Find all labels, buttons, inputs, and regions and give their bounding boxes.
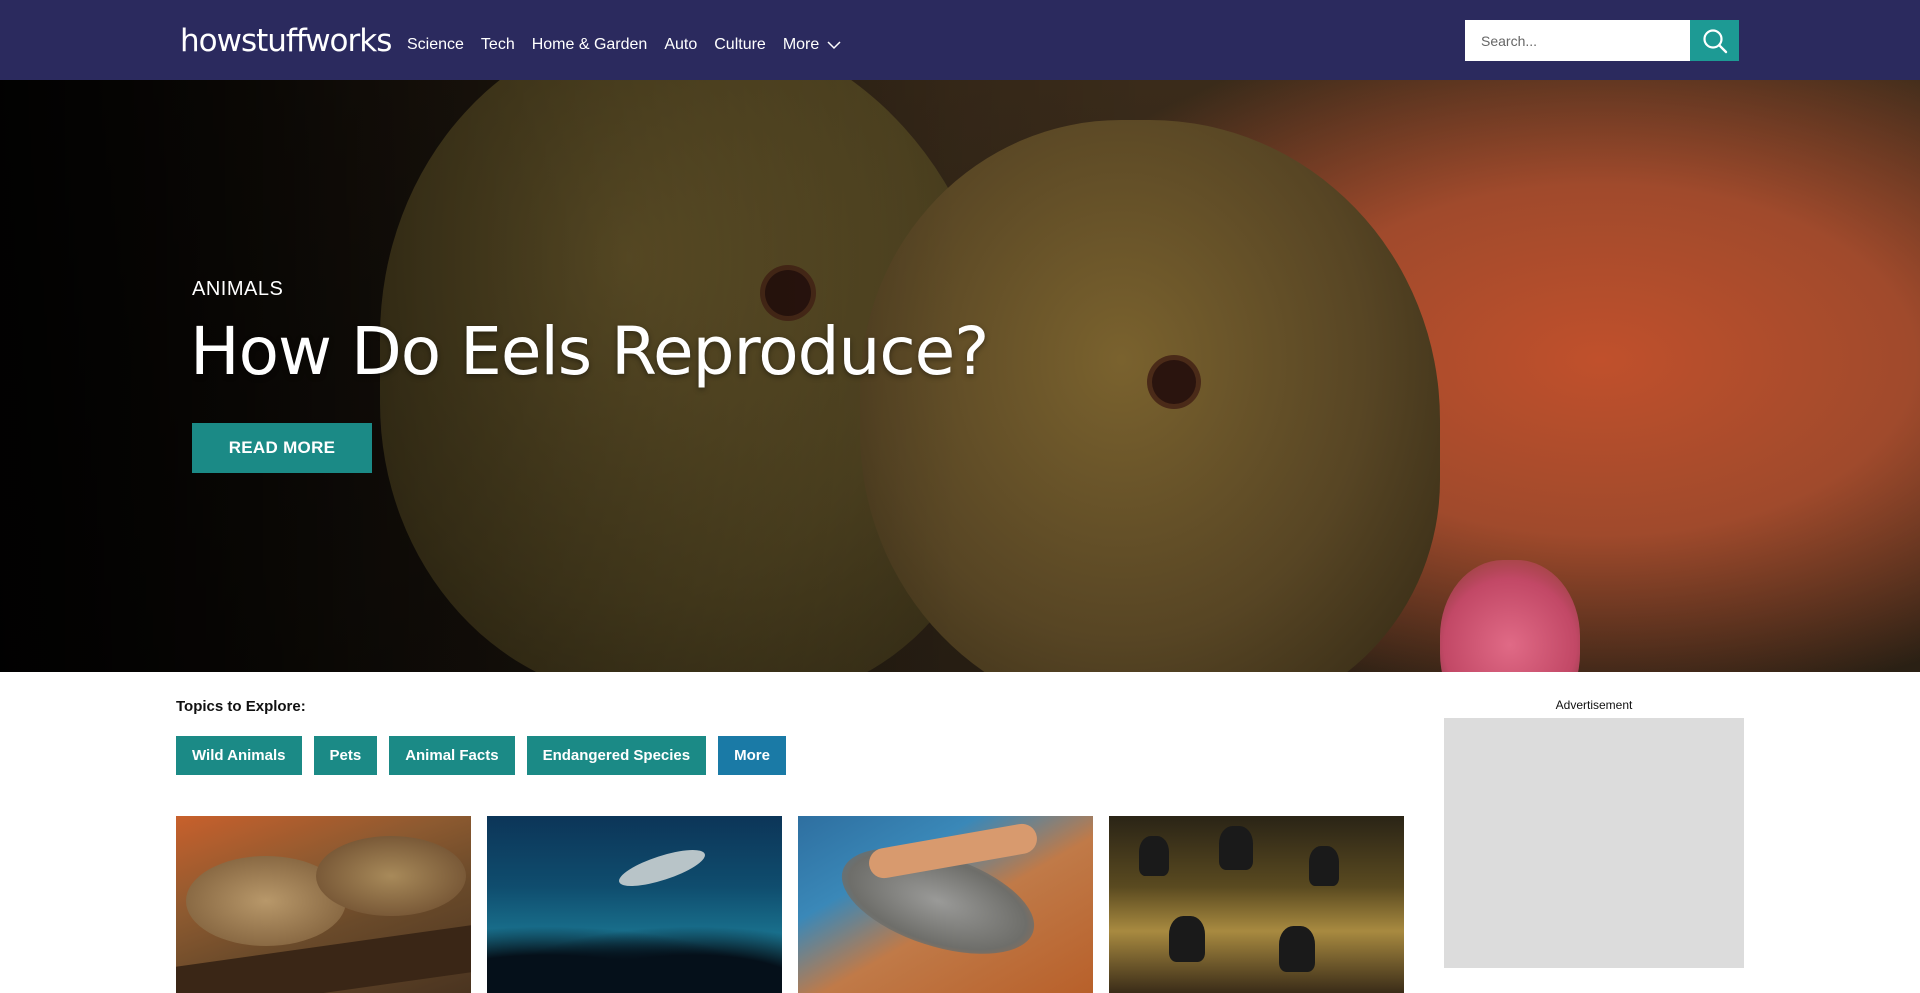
shark-shape: [615, 842, 709, 894]
site-logo[interactable]: howstuffworks: [180, 21, 392, 61]
nav-item-tech[interactable]: Tech: [481, 35, 515, 55]
nav-item-culture[interactable]: Culture: [714, 35, 766, 55]
main-nav: Science Tech Home & Garden Auto Culture …: [407, 35, 858, 55]
nav-item-more[interactable]: More: [783, 35, 841, 55]
nav-item-auto[interactable]: Auto: [664, 35, 697, 55]
search-input[interactable]: [1465, 20, 1690, 61]
search-icon: [1702, 28, 1727, 53]
ad-placeholder: [1444, 718, 1744, 968]
bag-shape: [1279, 926, 1315, 972]
site-header: howstuffworks Science Tech Home & Garden…: [0, 0, 1920, 80]
site-logo-text: howstuffworks: [180, 23, 392, 59]
bag-shape: [1169, 916, 1205, 962]
topic-chips: Wild Animals Pets Animal Facts Endangere…: [176, 736, 798, 775]
topic-chip-animal-facts[interactable]: Animal Facts: [389, 736, 515, 775]
article-card-image[interactable]: [798, 816, 1093, 993]
lizard-shape: [316, 836, 466, 916]
hero-title[interactable]: How Do Eels Reproduce?: [190, 312, 989, 392]
topic-chip-pets[interactable]: Pets: [313, 736, 378, 775]
article-card-image[interactable]: [1109, 816, 1404, 993]
nav-more-label: More: [782, 36, 820, 53]
chevron-down-icon: [827, 41, 841, 50]
search-button[interactable]: [1690, 20, 1739, 61]
bag-shape: [1219, 826, 1253, 870]
hero-category[interactable]: ANIMALS: [192, 279, 283, 299]
article-card-image[interactable]: [487, 816, 782, 993]
crowd-silhouette: [487, 926, 782, 993]
ad-label: Advertisement: [1555, 698, 1633, 712]
bag-shape: [1309, 846, 1339, 886]
topics-label: Topics to Explore:: [176, 698, 306, 715]
topic-chip-more[interactable]: More: [718, 736, 786, 775]
nav-item-home-garden[interactable]: Home & Garden: [532, 35, 648, 55]
article-card-image[interactable]: [176, 816, 471, 993]
read-more-button[interactable]: READ MORE: [192, 423, 372, 473]
nav-item-science[interactable]: Science: [407, 35, 464, 55]
topic-chip-endangered-species[interactable]: Endangered Species: [526, 736, 707, 775]
topic-chip-wild-animals[interactable]: Wild Animals: [176, 736, 302, 775]
bag-shape: [1139, 836, 1169, 876]
